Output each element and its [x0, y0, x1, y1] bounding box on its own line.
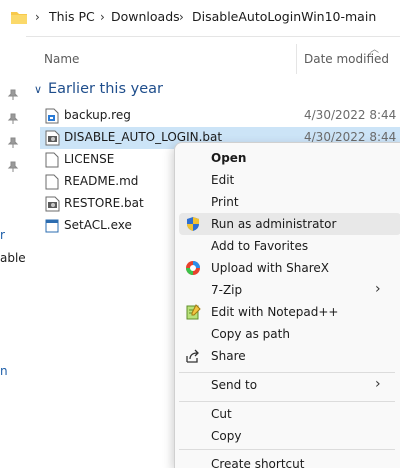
file-name: README.md	[64, 174, 139, 188]
chevron-right-icon: ›	[100, 10, 105, 24]
pin-icon[interactable]	[7, 134, 19, 148]
menu-item-label: Add to Favorites	[211, 239, 309, 253]
chevron-right-icon: ›	[375, 376, 381, 392]
menu-separator	[179, 401, 395, 402]
menu-item-print[interactable]: Print	[179, 191, 400, 213]
breadcrumb-item[interactable]: Downloads	[111, 9, 180, 24]
menu-item-create-shortcut[interactable]: Create shortcut	[179, 453, 400, 468]
chevron-right-icon: ›	[179, 10, 184, 24]
menu-item-label: Share	[211, 349, 246, 363]
menu-item-label: Run as administrator	[211, 217, 337, 231]
breadcrumb-item[interactable]: DisableAutoLoginWin10-main	[192, 9, 376, 24]
menu-item-edit[interactable]: Edit	[179, 169, 400, 191]
file-name: backup.reg	[64, 108, 131, 122]
column-header-name[interactable]: Name	[44, 52, 79, 66]
pin-icon[interactable]	[7, 110, 19, 124]
pin-icon[interactable]	[7, 158, 19, 172]
menu-item-upload-with-sharex[interactable]: Upload with ShareX	[179, 257, 400, 279]
chevron-down-icon: ∨	[34, 83, 43, 96]
file-icon	[45, 174, 59, 190]
pin-icon[interactable]	[7, 86, 19, 100]
menu-item-label: Print	[211, 195, 239, 209]
menu-separator	[179, 372, 395, 373]
chevron-right-icon: ›	[375, 281, 381, 297]
menu-item-copy[interactable]: Copy	[179, 425, 400, 447]
nav-item-label[interactable]: n	[0, 364, 8, 378]
context-menu: Open Edit Print Run as administrator Add…	[174, 142, 400, 468]
menu-item-run-as-administrator[interactable]: Run as administrator	[179, 213, 400, 235]
bat-file-icon	[45, 196, 60, 212]
sharex-icon	[185, 260, 201, 276]
column-header-date-modified[interactable]: Date modified	[304, 52, 389, 66]
exe-file-icon	[45, 218, 59, 234]
group-title: Earlier this year	[48, 81, 163, 97]
menu-item-label: Open	[211, 151, 247, 165]
menu-item-open[interactable]: Open	[179, 147, 400, 169]
chevron-right-icon: ›	[35, 10, 40, 24]
nav-item-label[interactable]: r	[0, 228, 5, 242]
menu-item-copy-as-path[interactable]: Copy as path	[179, 323, 400, 345]
menu-item-label: Create shortcut	[211, 457, 305, 468]
menu-item-cut[interactable]: Cut	[179, 403, 400, 425]
menu-item-label: Edit	[211, 173, 235, 187]
menu-item-add-to-favorites[interactable]: Add to Favorites	[179, 235, 400, 257]
reg-file-icon	[45, 108, 59, 124]
menu-item-label: 7-Zip	[211, 283, 243, 297]
menu-item-7-zip[interactable]: 7-Zip ›	[179, 279, 400, 301]
breadcrumb-item[interactable]: This PC	[49, 9, 95, 24]
file-row[interactable]: backup.reg 4/30/2022 8:44 AM	[40, 105, 400, 127]
uac-shield-icon	[185, 216, 201, 232]
folder-icon	[10, 10, 28, 29]
file-date: 4/30/2022 8:44 AM	[304, 108, 400, 122]
bat-file-icon	[45, 130, 60, 146]
menu-item-share[interactable]: Share	[179, 345, 400, 367]
file-name: RESTORE.bat	[64, 196, 144, 210]
menu-item-label: Copy	[211, 429, 242, 443]
share-icon	[185, 348, 201, 364]
menu-item-edit-with-notepadpp[interactable]: Edit with Notepad++	[179, 301, 400, 323]
file-icon	[45, 152, 59, 168]
notepadpp-icon	[185, 304, 201, 320]
menu-item-label: Cut	[211, 407, 232, 421]
column-divider[interactable]	[296, 44, 297, 74]
file-name: LICENSE	[64, 152, 115, 166]
navigation-pane: r able n	[0, 36, 26, 467]
menu-item-label: Upload with ShareX	[211, 261, 329, 275]
menu-item-label: Edit with Notepad++	[211, 305, 339, 319]
menu-item-label: Send to	[211, 378, 258, 392]
menu-separator	[179, 449, 395, 450]
menu-item-label: Copy as path	[211, 327, 290, 341]
address-bar[interactable]: › This PC › Downloads › DisableAutoLogin…	[0, 0, 400, 37]
menu-item-send-to[interactable]: Send to ›	[179, 374, 400, 396]
nav-item-label[interactable]: able	[0, 251, 26, 265]
group-header[interactable]: ∨ Earlier this year	[34, 81, 163, 97]
file-name: SetACL.exe	[64, 218, 132, 232]
